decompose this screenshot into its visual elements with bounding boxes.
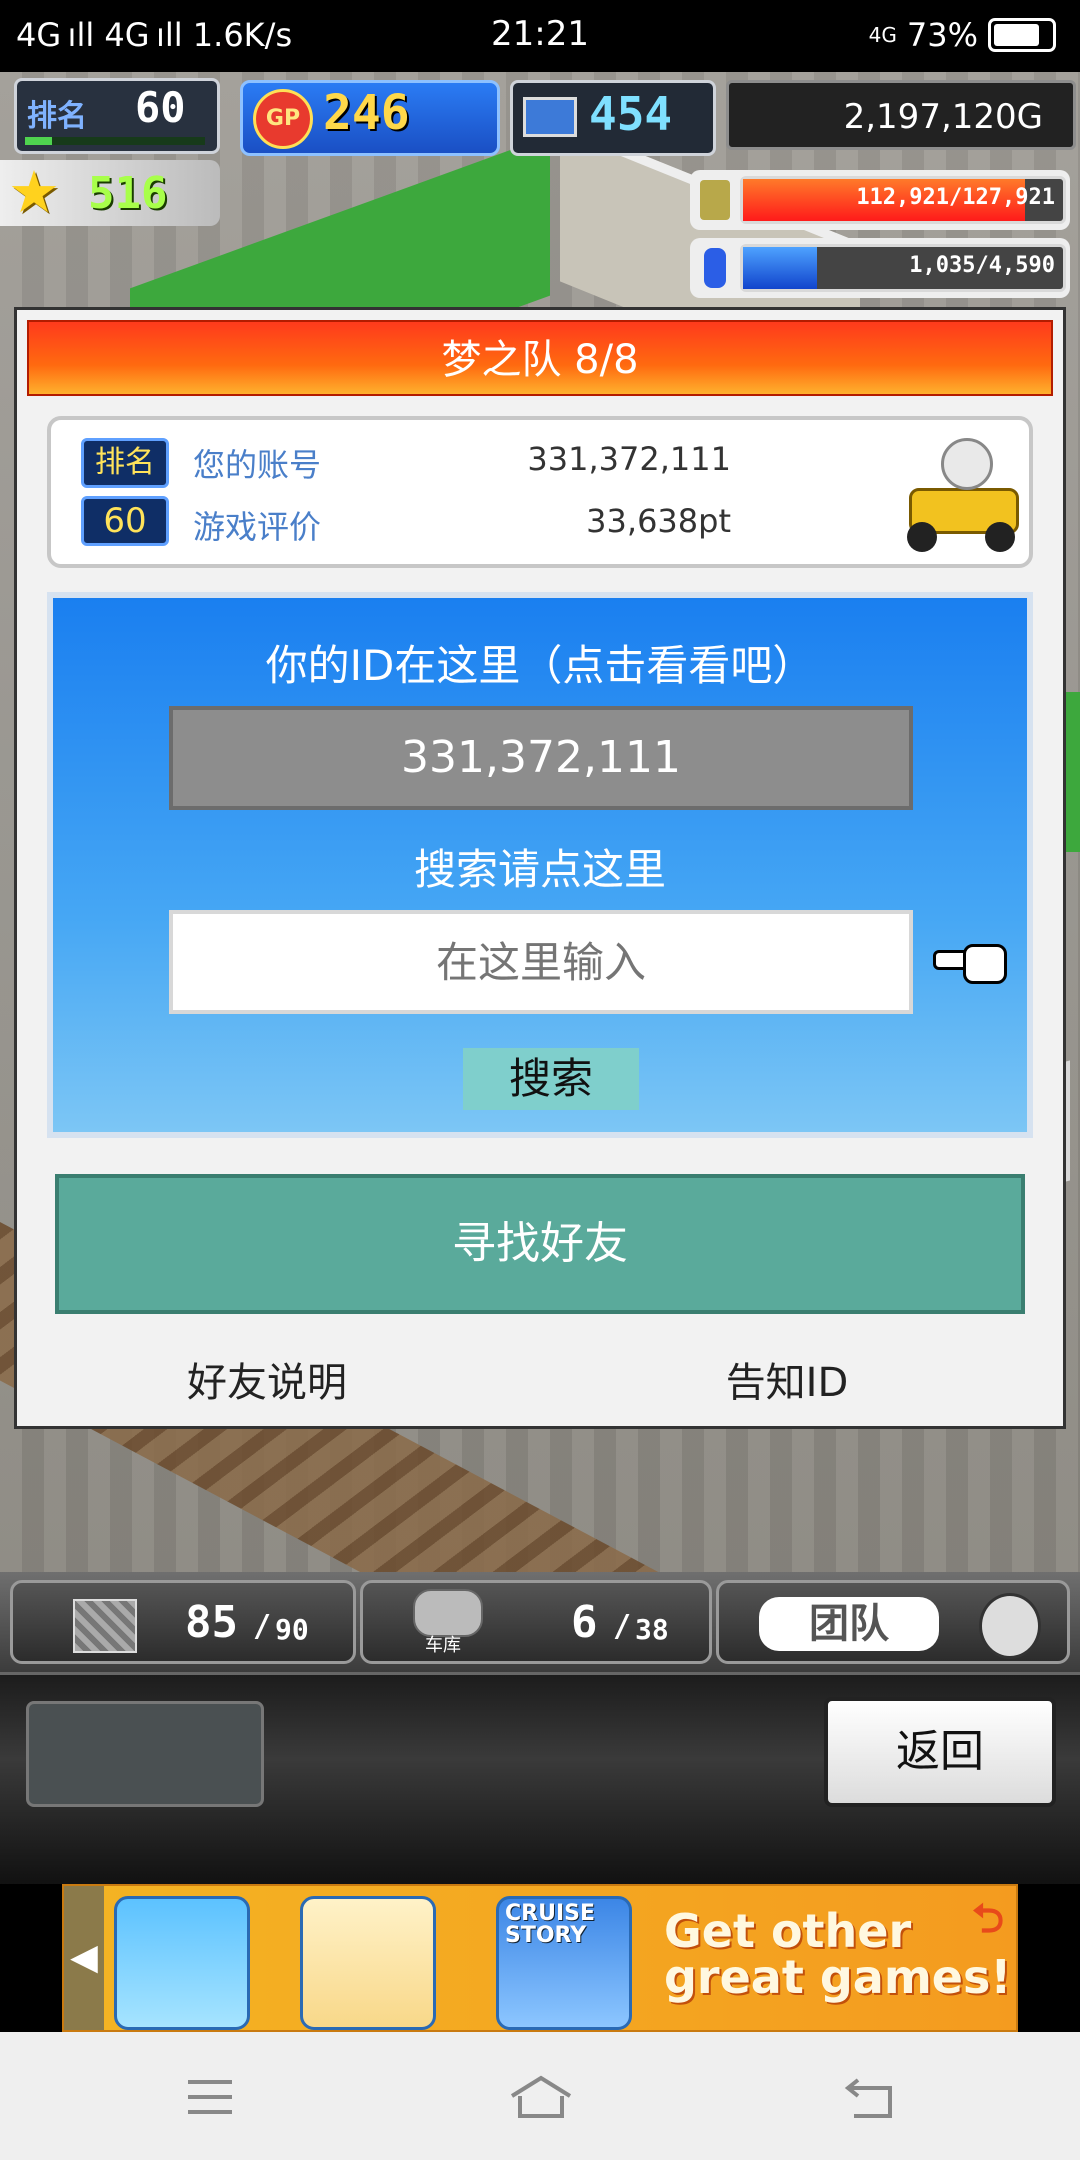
crate-icon — [73, 1599, 137, 1653]
id-search-panel: 你的ID在这里（点击看看吧） 331,372,111 搜索请点这里 搜索 — [47, 592, 1033, 1138]
fuel-bar-text: 112,921/127,921 — [856, 185, 1055, 210]
team-tab: 团队 — [759, 1597, 939, 1651]
ad-line2: great games! — [664, 1950, 1012, 2004]
account-rank-label: 排名 — [81, 438, 169, 488]
hud-gp[interactable]: GP 246 — [240, 80, 500, 156]
account-card: 排名 60 您的账号 331,372,111 游戏评价 33,638pt — [47, 416, 1033, 568]
bottom-stats-bar: 85 / 90 车库 6 / 38 团队 — [0, 1572, 1080, 1672]
ad-banner[interactable]: ◀ CRUISE STORY Get other great games! ⮌ — [62, 1884, 1018, 2032]
stat-cell-parts[interactable]: 85 / 90 — [10, 1580, 356, 1664]
stat1-max: 90 — [275, 1613, 309, 1646]
menu-icon[interactable] — [180, 2072, 240, 2122]
battery-icon — [988, 18, 1056, 52]
rating-label: 游戏评价 — [193, 508, 322, 546]
hud-energy[interactable]: 1,035/4,590 — [690, 238, 1070, 298]
cruise-label: CRUISE STORY — [505, 1901, 596, 1948]
battery-level — [994, 24, 1040, 46]
stat2-value: 6 — [571, 1597, 598, 1648]
stars-value: 516 — [88, 168, 168, 219]
stat1-value: 85 — [185, 1597, 238, 1648]
find-friends-button[interactable]: 寻找好友 — [55, 1174, 1025, 1314]
player-kart-icon — [901, 428, 1021, 558]
energy-bar-text: 1,035/4,590 — [909, 253, 1055, 278]
ad-game-thumb-2[interactable] — [300, 1896, 436, 2030]
hud-stars[interactable]: ★ 516 — [0, 158, 220, 226]
status-bar: 4G ıll 4G ıll 1.6K/s 21:21 4G 73% — [0, 0, 1080, 72]
pointing-hand-icon — [933, 938, 1007, 984]
ad-text: Get other great games! — [664, 1908, 1011, 2000]
garage-label: 车库 — [425, 1635, 461, 1656]
battery-percent: 73% — [906, 16, 978, 54]
search-caption: 搜索请点这里 — [413, 845, 666, 894]
energy-bar: 1,035/4,590 — [740, 244, 1066, 292]
rank-progress — [25, 137, 205, 145]
share-id-link[interactable]: 告知ID — [657, 1350, 917, 1408]
ad-prev-icon[interactable]: ◀ — [64, 1886, 104, 2030]
ad-game-thumb-1[interactable] — [114, 1896, 250, 2030]
dialog-title: 梦之队 8/8 — [27, 320, 1053, 396]
account-label: 您的账号 — [193, 446, 322, 484]
id-caption: 你的ID在这里（点击看看吧） — [265, 641, 815, 690]
hud-gp-value: 246 — [323, 85, 410, 141]
friend-help-link[interactable]: 好友说明 — [137, 1350, 397, 1408]
back-nav-icon[interactable] — [840, 2072, 900, 2122]
account-value: 331,372,111 — [527, 440, 731, 478]
system-nav-bar — [0, 2032, 1080, 2160]
my-id-box[interactable]: 331,372,111 — [169, 706, 913, 810]
back-button[interactable]: 返回 — [824, 1697, 1056, 1807]
fuel-coins-icon — [700, 180, 730, 220]
team-avatar-icon — [979, 1593, 1041, 1659]
ad-arrow-icon: ⮌ — [971, 1896, 1004, 1942]
energy-bottle-icon — [704, 248, 726, 288]
search-input[interactable] — [169, 910, 913, 1014]
empty-slot — [26, 1701, 264, 1807]
stat-cell-garage[interactable]: 车库 6 / 38 — [360, 1580, 712, 1664]
star-icon: ★ — [8, 158, 60, 226]
stat2-max: 38 — [635, 1613, 669, 1646]
fuel-bar: 112,921/127,921 — [740, 176, 1066, 224]
hud-rank-value: 60 — [135, 83, 186, 132]
hud-rank-label: 排名 — [27, 99, 87, 134]
ad-line1: Get other — [664, 1904, 912, 1958]
home-icon[interactable] — [506, 2072, 576, 2122]
signal-icon: 4G — [868, 23, 897, 47]
garage-car-icon — [413, 1589, 483, 1637]
computer-icon — [523, 97, 577, 137]
controls-panel: 返回 — [0, 1672, 1080, 1885]
search-button[interactable]: 搜索 — [463, 1048, 639, 1110]
hud-computer-value: 454 — [589, 87, 673, 141]
hud-fuel[interactable]: 112,921/127,921 — [690, 170, 1070, 230]
stat-cell-team[interactable]: 团队 — [716, 1580, 1070, 1664]
hud-computer[interactable]: 454 — [510, 80, 716, 156]
hud-money[interactable]: 2,197,120G — [726, 80, 1076, 150]
hud-rank[interactable]: 排名 60 — [14, 78, 220, 154]
account-rank-value: 60 — [81, 496, 169, 546]
status-right: 4G 73% — [869, 16, 1056, 54]
ad-game-thumb-cruise[interactable]: CRUISE STORY — [496, 1896, 632, 2030]
gp-coin-icon: GP — [253, 89, 313, 149]
rating-value: 33,638pt — [586, 502, 731, 540]
dream-team-dialog: 梦之队 8/8 排名 60 您的账号 331,372,111 游戏评价 33,6… — [14, 307, 1066, 1429]
money-value: 2,197,120G — [843, 97, 1043, 137]
